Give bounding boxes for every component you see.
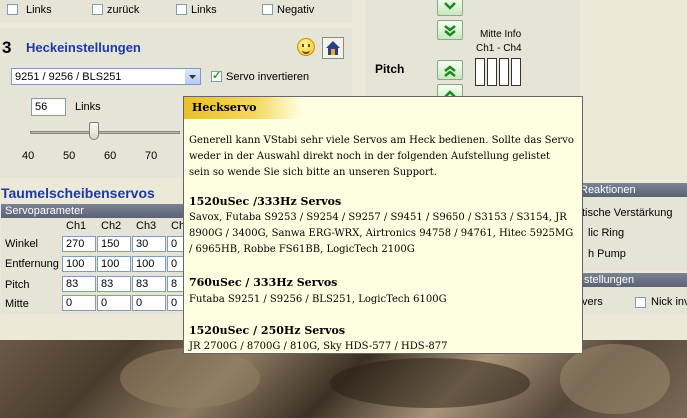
- double-chevron-down-button[interactable]: [437, 20, 463, 40]
- tooltip-intro-2: weder in der Auswahl direkt noch in der …: [189, 151, 551, 162]
- table-cell[interactable]: 0: [97, 295, 131, 311]
- reaction-item-2: lic Ring: [588, 227, 625, 239]
- table-cell[interactable]: 0: [132, 295, 166, 311]
- tooltip-group-1-line-2: 8900G / 3400G, Sanwa ERG-WRX, Airtronics…: [189, 228, 574, 239]
- reactions-panel: tische Verstärkung lic Ring h Pump: [570, 197, 687, 271]
- pitch-panel: Mitte Info Ch1 - Ch4 Pitch: [366, 0, 580, 104]
- double-chevron-up-button[interactable]: [437, 60, 463, 80]
- mitte-info-label: Mitte Info: [480, 29, 522, 40]
- reactions-header: Reaktionen: [570, 183, 687, 197]
- tooltip-title: Heckservo: [192, 101, 257, 114]
- servo-params-header-label: Servoparameter: [5, 205, 84, 217]
- table-cell[interactable]: 270: [62, 236, 96, 252]
- row-label-pitch: Pitch: [5, 279, 30, 291]
- nick-invert-label: Nick inv: [651, 296, 687, 308]
- section-title: Heckeinstellungen: [26, 40, 141, 55]
- smiley-icon[interactable]: [297, 38, 315, 56]
- chevron-down-icon[interactable]: [185, 69, 200, 84]
- settings-header: stellungen: [570, 273, 687, 287]
- top-checkbox-1-label: Links: [26, 4, 52, 16]
- table-cell[interactable]: 100: [62, 256, 96, 272]
- section-number: 3: [2, 38, 12, 57]
- tooltip-header: Heckservo: [184, 97, 302, 119]
- row-label-winkel: Winkel: [5, 238, 39, 250]
- heckservo-tooltip: Heckservo Generell kann VStabi sehr viel…: [183, 96, 583, 354]
- tooltip-group-1-line-3: / 6965HB, Robbe FS61BB, LogicTech 2100G: [189, 244, 415, 255]
- mitte-box-1: [475, 58, 485, 86]
- tail-slider-track[interactable]: [30, 131, 180, 134]
- tail-direction-label: Links: [75, 101, 101, 113]
- top-checkbox-2-label: zurück: [107, 4, 140, 16]
- table-cell[interactable]: 83: [62, 276, 96, 292]
- settings-header-label: stellungen: [584, 274, 635, 286]
- tick-label-60: 60: [104, 150, 117, 162]
- swash-title: Taumelscheibenservos: [1, 185, 155, 201]
- table-cell[interactable]: 150: [97, 236, 131, 252]
- table-cell[interactable]: 83: [132, 276, 166, 292]
- tail-slider-thumb[interactable]: [89, 122, 99, 140]
- reactions-header-label: Reaktionen: [580, 184, 636, 196]
- top-checkbox-4[interactable]: [262, 4, 273, 15]
- tooltip-group-2-line-1: Futaba S9251 / S9256 / BLS251, LogicTech…: [189, 294, 447, 305]
- servo-type-select[interactable]: 9251 / 9256 / BLS251: [11, 68, 201, 85]
- nick-invert-checkbox[interactable]: [635, 297, 646, 308]
- mitte-box-4: [511, 58, 521, 86]
- tick-label-70: 70: [145, 150, 158, 162]
- table-cell[interactable]: 100: [132, 256, 166, 272]
- tooltip-group-3-heading: 1520uSec / 250Hz Servos: [189, 324, 346, 337]
- table-cell[interactable]: 100: [97, 256, 131, 272]
- tooltip-group-2-heading: 760uSec / 333Hz Servos: [189, 276, 338, 289]
- table-cell[interactable]: 0: [62, 295, 96, 311]
- settings-left-label: vers: [582, 296, 603, 308]
- reaction-item-1: tische Verstärkung: [582, 207, 673, 219]
- row-label-mitte: Mitte: [5, 298, 29, 310]
- tooltip-intro-1: Generell kann VStabi sehr viele Servos a…: [189, 135, 574, 146]
- servo-invert-checkbox[interactable]: [211, 69, 222, 82]
- servo-type-value: 9251 / 9256 / BLS251: [15, 71, 122, 83]
- top-checkbox-1[interactable]: [7, 4, 18, 15]
- col-header-ch3: Ch3: [136, 220, 157, 232]
- tail-value-input[interactable]: 56: [31, 98, 66, 116]
- servo-params-header: Servoparameter: [1, 204, 201, 218]
- settings-panel: vers Nick inv: [570, 287, 687, 315]
- mitte-box-3: [499, 58, 509, 86]
- chevron-down-button[interactable]: [437, 0, 463, 16]
- tick-label-40: 40: [22, 150, 35, 162]
- pitch-label: Pitch: [375, 62, 405, 76]
- tooltip-intro-3: sein so wende Sie sich bitte an unseren …: [189, 167, 437, 178]
- col-header-ch2: Ch2: [101, 220, 122, 232]
- table-cell[interactable]: 83: [97, 276, 131, 292]
- channels-label: Ch1 - Ch4: [476, 43, 522, 54]
- top-checkbox-3[interactable]: [176, 4, 187, 15]
- tooltip-group-3-line-1: JR 2700G / 8700G / 810G, Sky HDS-577 / H…: [189, 341, 448, 352]
- top-checkbox-3-label: Links: [191, 4, 217, 16]
- servo-params-table: Ch1 Ch2 Ch3 Ch4 Winkel 270 150 30 0 Entf…: [1, 218, 201, 314]
- reaction-item-3: h Pump: [588, 248, 626, 260]
- servo-invert-label: Servo invertieren: [226, 71, 310, 83]
- col-header-ch1: Ch1: [66, 220, 87, 232]
- tail-value: 56: [35, 101, 48, 113]
- row-label-entfernung: Entfernung: [5, 258, 59, 270]
- home-icon[interactable]: [322, 37, 344, 59]
- tooltip-group-1-heading: 1520uSec /333Hz Servos: [189, 195, 342, 208]
- table-cell[interactable]: 30: [132, 236, 166, 252]
- top-checkbox-4-label: Negativ: [277, 4, 315, 16]
- mitte-box-2: [487, 58, 497, 86]
- top-options-panel: Links zurück Links Negativ: [0, 0, 352, 22]
- tick-label-50: 50: [63, 150, 76, 162]
- top-checkbox-2[interactable]: [92, 4, 103, 15]
- tooltip-group-1-line-1: Savox, Futaba S9253 / S9254 / S9257 / S9…: [189, 212, 567, 223]
